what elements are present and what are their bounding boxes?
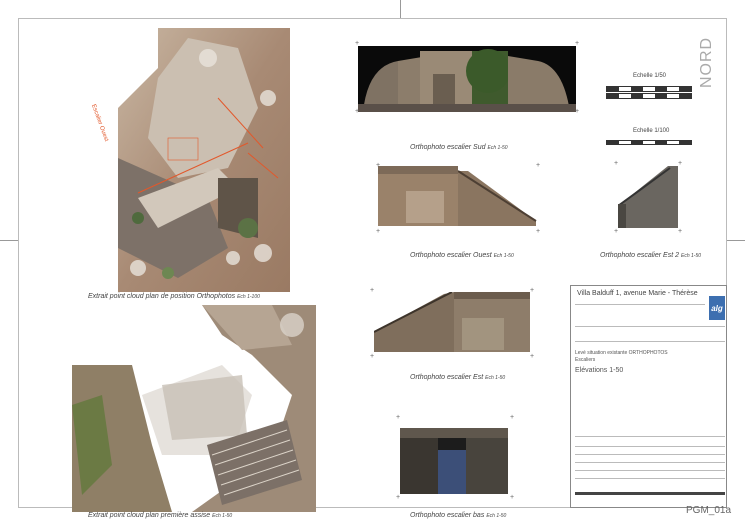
grid-cross: + [396, 414, 401, 421]
grid-cross: + [355, 108, 360, 115]
grid-cross: + [510, 494, 515, 501]
tb-divider [575, 470, 725, 471]
crop-mark [727, 240, 745, 241]
caption-ouest-scale: Ech 1-50 [493, 253, 514, 259]
grid-cross: + [370, 287, 375, 294]
crop-mark [0, 240, 18, 241]
tb-divider [575, 492, 725, 495]
caption-sud: Orthophoto escalier Sud Ech 1-50 [410, 144, 508, 151]
caption-est-scale: Ech 1-50 [485, 375, 506, 381]
scale-bar-100 [606, 140, 692, 145]
title-block-address: Villa Balduff 1, avenue Marie - Thérèse [577, 290, 698, 297]
grid-cross: + [376, 162, 381, 169]
grid-cross: + [530, 353, 535, 360]
grid-cross: + [678, 160, 683, 167]
drawing-sheet: Escalier Ouest Extrait point cloud plan … [0, 0, 745, 526]
caption-bas-scale: Ech 1-50 [486, 513, 507, 519]
scale-bar-50-b [606, 93, 692, 99]
caption-bas: Orthophoto escalier bas Ech 1-50 [410, 512, 506, 519]
grid-cross: + [376, 228, 381, 235]
caption-bas-text: Orthophoto escalier bas [410, 512, 485, 519]
crop-mark [400, 0, 401, 18]
caption-plan-premiere-text: Extrait point cloud plan première assise [88, 512, 211, 519]
ortho-est-image [374, 292, 530, 352]
grid-cross: + [678, 228, 683, 235]
caption-sud-text: Orthophoto escalier Sud [410, 144, 486, 151]
caption-plan-premiere-scale: Ech 1-50 [212, 513, 233, 519]
grid-cross: + [355, 40, 360, 47]
caption-est2: Orthophoto escalier Est 2 Ech 1-50 [600, 252, 701, 259]
plan-orthophotos-image [118, 28, 290, 292]
caption-plan-premiere: Extrait point cloud plan première assise… [88, 512, 232, 519]
north-label: NORD [698, 36, 715, 88]
company-logo: alg [709, 296, 725, 320]
grid-cross: + [370, 353, 375, 360]
tb-subtitle-2: Escaliers [575, 357, 596, 363]
caption-est2-scale: Ech 1-50 [681, 253, 702, 259]
grid-cross: + [510, 414, 515, 421]
caption-est: Orthophoto escalier Est Ech 1-50 [410, 374, 505, 381]
scale-bar-50 [606, 86, 692, 92]
tb-divider [575, 341, 725, 342]
tb-divider [575, 478, 725, 479]
caption-est2-text: Orthophoto escalier Est 2 [600, 252, 679, 259]
grid-cross: + [536, 162, 541, 169]
caption-sud-scale: Ech 1-50 [487, 145, 508, 151]
grid-cross: + [575, 40, 580, 47]
scale-label-100: Echelle 1/100 [633, 128, 670, 134]
sheet-id: PGM_01a [686, 505, 732, 516]
tb-elevations: Elévations 1-50 [575, 367, 624, 374]
tb-divider [575, 446, 725, 447]
caption-plan-orthophotos-scale: Ech 1-100 [237, 294, 260, 300]
ortho-est2-image [618, 166, 678, 228]
ortho-bas-image [400, 428, 508, 494]
tb-divider [575, 454, 725, 455]
grid-cross: + [614, 160, 619, 167]
grid-cross: + [614, 228, 619, 235]
caption-est-text: Orthophoto escalier Est [410, 374, 484, 381]
grid-cross: + [530, 287, 535, 294]
plan-premiere-image [72, 305, 316, 512]
ortho-sud-image [358, 46, 576, 112]
tb-divider [575, 462, 725, 463]
ortho-ouest-image [378, 166, 538, 226]
grid-cross: + [396, 494, 401, 501]
grid-cross: + [536, 228, 541, 235]
grid-cross: + [575, 108, 580, 115]
caption-plan-orthophotos-text: Extrait point cloud plan de position Ort… [88, 293, 236, 300]
tb-divider [575, 436, 725, 437]
tb-divider [575, 326, 725, 327]
caption-plan-orthophotos: Extrait point cloud plan de position Ort… [88, 293, 260, 300]
title-block: Villa Balduff 1, avenue Marie - Thérèse … [570, 285, 727, 508]
tb-subtitle-1: Levé situation existante ORTHOPHOTOS [575, 350, 668, 356]
caption-ouest-text: Orthophoto escalier Ouest [410, 252, 492, 259]
tb-divider [575, 304, 705, 305]
scale-label-50: Echelle 1/50 [633, 73, 667, 79]
caption-ouest: Orthophoto escalier Ouest Ech 1-50 [410, 252, 514, 259]
